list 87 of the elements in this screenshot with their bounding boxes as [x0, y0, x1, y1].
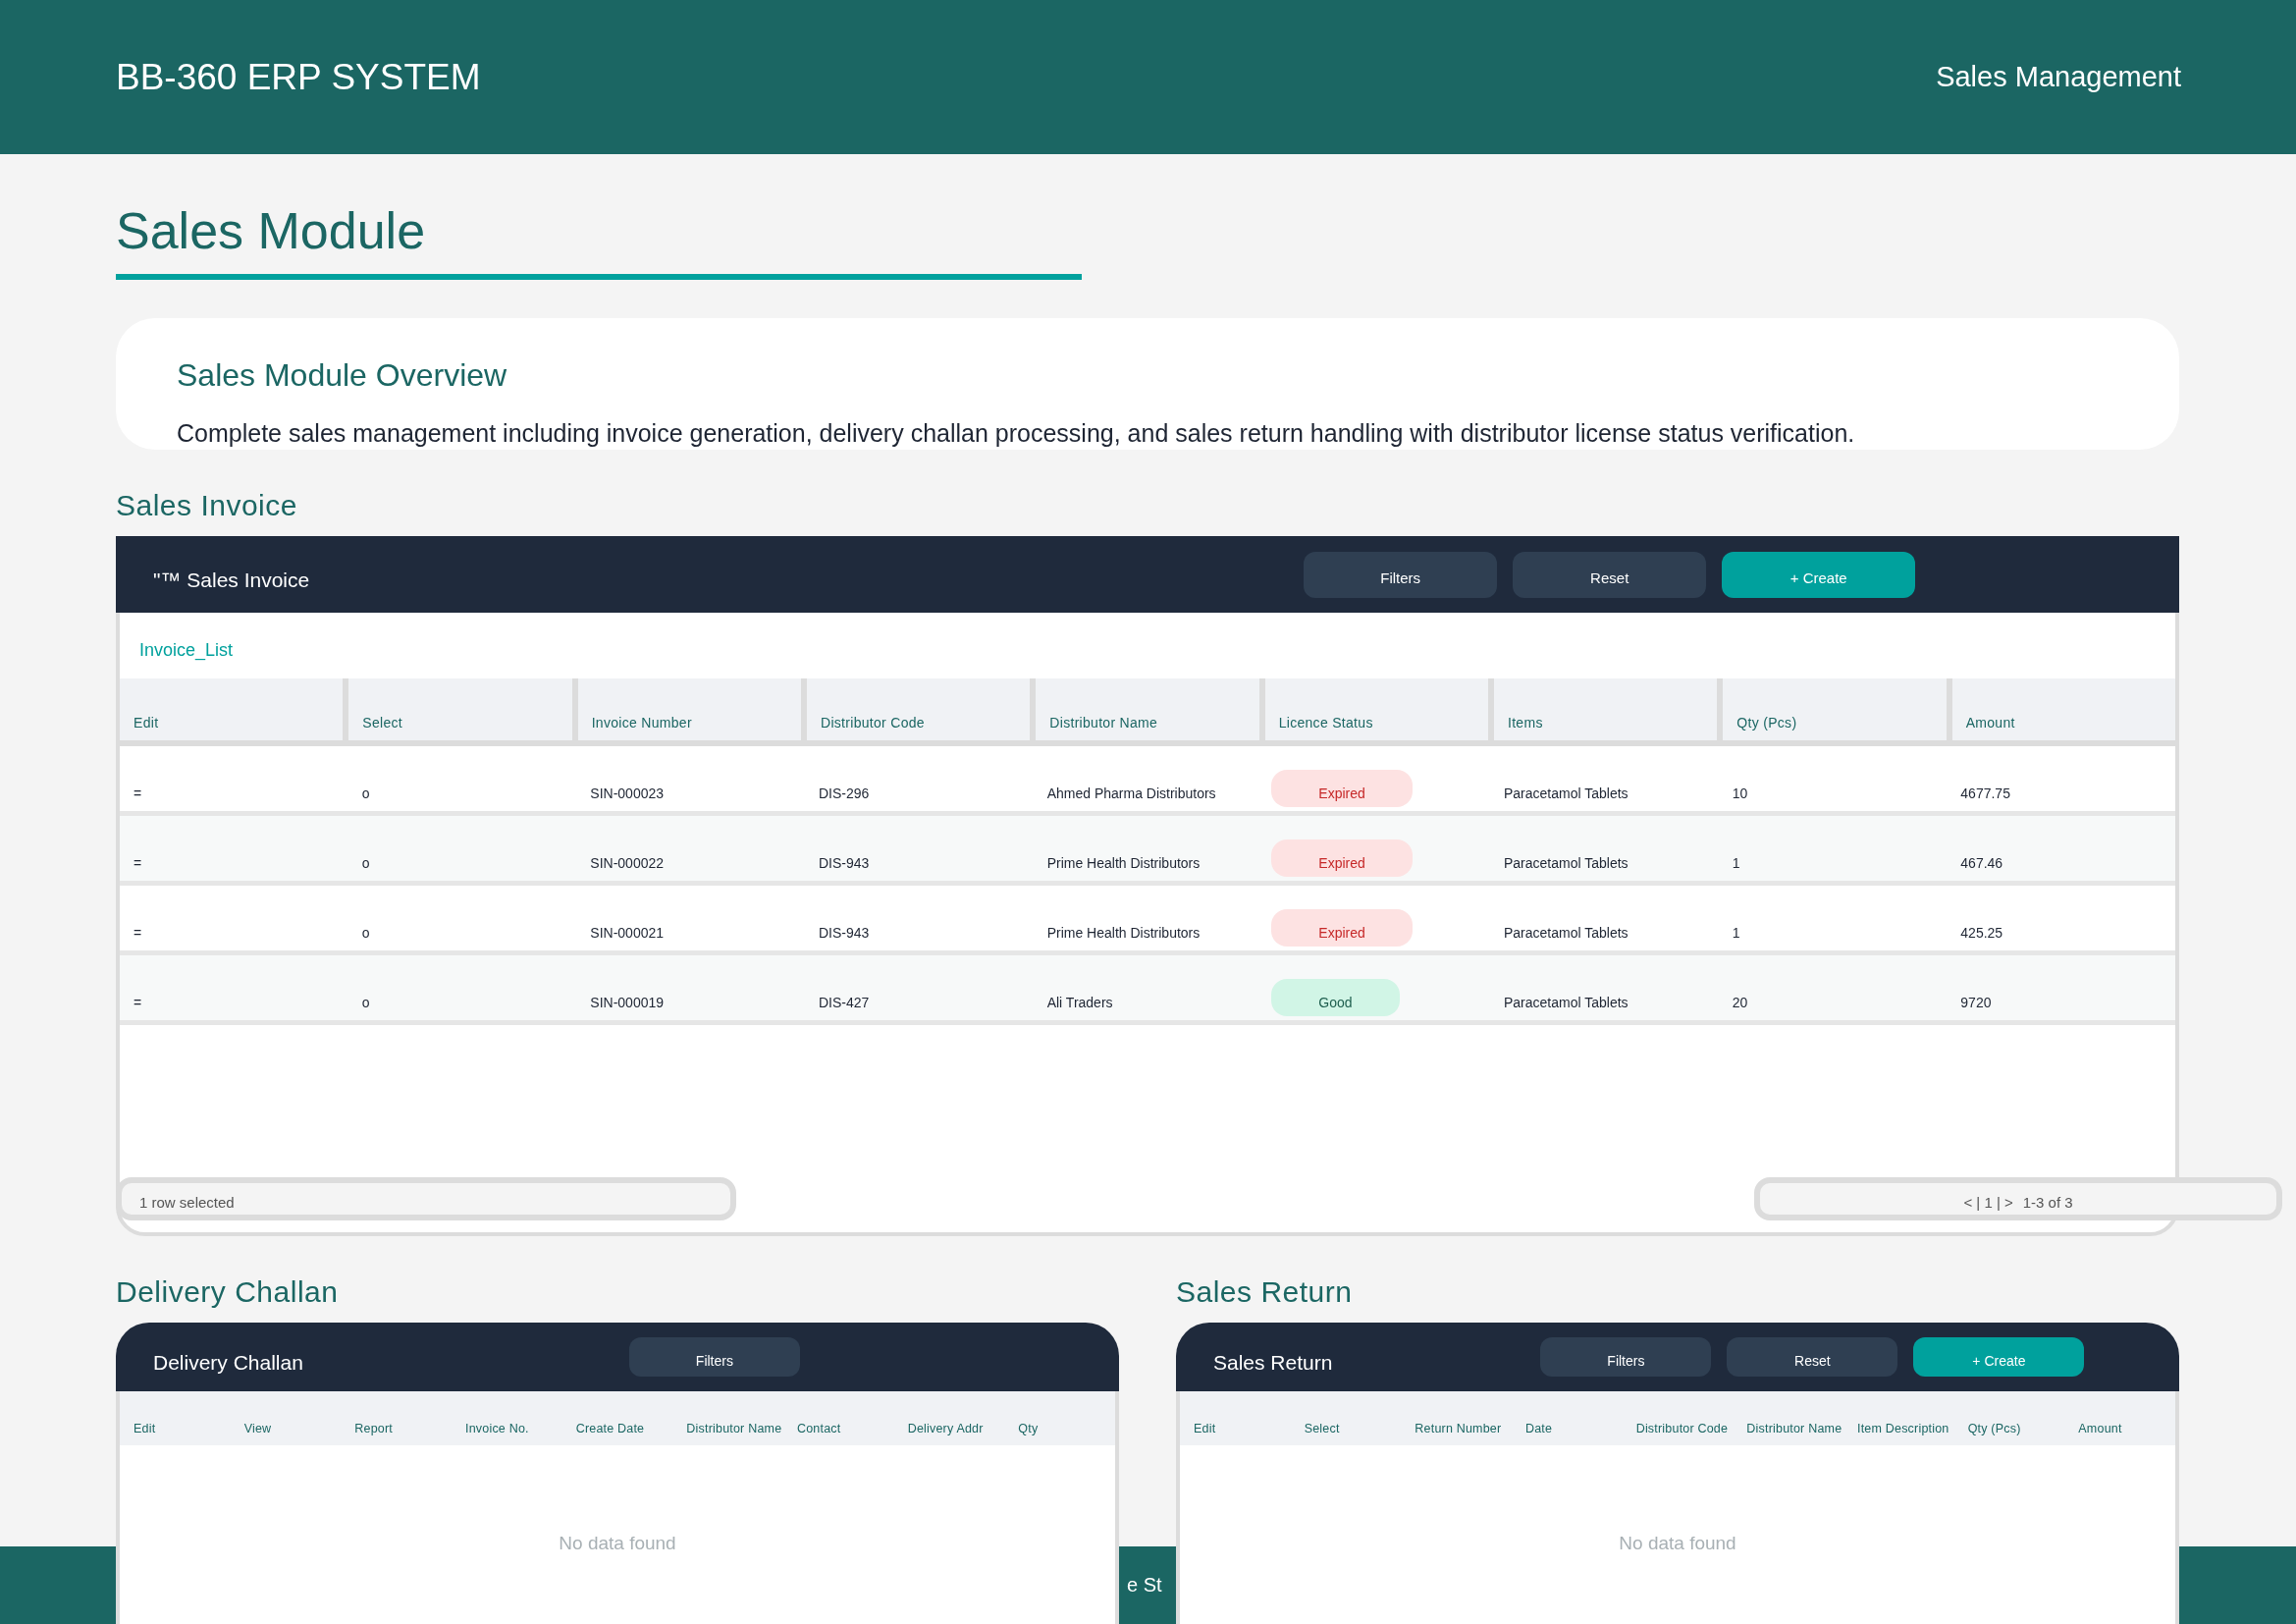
table-cell-text: 425.25	[1959, 925, 2004, 941]
page-controls[interactable]: < | 1 | >	[1963, 1193, 2013, 1211]
table-cell-text: 9720	[1959, 995, 1993, 1010]
toolbar-button[interactable]: Reset	[1513, 551, 1707, 598]
table-cell-text: =	[133, 785, 143, 801]
status-badge: Expired	[1271, 839, 1413, 877]
column-header: Distributor Code	[1634, 1422, 1730, 1435]
column-header: Distributor Name	[1745, 1422, 1843, 1435]
column-header: Contact	[796, 1422, 842, 1435]
table-cell-text: 1	[1731, 855, 1741, 871]
page-title: Sales Module	[116, 201, 426, 260]
list-title: Invoice_List	[138, 639, 235, 663]
table-cell-text: 10	[1731, 785, 1749, 801]
table-cell-text: Prime Health Distributors	[1045, 925, 1201, 941]
table-cell-text: Prime Health Distributors	[1045, 855, 1201, 871]
column-header: Edit	[133, 1422, 157, 1435]
table-cell-text: =	[133, 855, 143, 871]
status-badge: Expired	[1271, 770, 1413, 807]
section-name: Sales Management	[1936, 61, 2181, 93]
footer-text: e St	[1127, 1574, 1162, 1597]
column-header: View	[242, 1422, 273, 1435]
section-title: Sales Return	[1176, 1275, 1353, 1309]
column-header: Amount	[2077, 1422, 2123, 1435]
table-row[interactable]: = o SIN-000022 DIS-943 Prime Health Distributors Expired Paracetamol Tablets 1 467.46	[120, 816, 2175, 886]
table-cell-text: o	[360, 995, 371, 1010]
app-title: BB-360 ERP SYSTEM	[116, 56, 481, 98]
column-header: Licence Status	[1264, 678, 1488, 740]
column-header: Invoice No.	[464, 1422, 530, 1435]
column-header: Edit	[1193, 1422, 1217, 1435]
table-cell-text: Paracetamol Tablets	[1503, 995, 1629, 1010]
table-cell-text: o	[360, 785, 371, 801]
column-header: Items	[1494, 678, 1718, 740]
table-cell-text: SIN-000022	[589, 855, 666, 871]
table-cell-text: SIN-000023	[589, 785, 666, 801]
table-cell-text: SIN-000021	[589, 925, 666, 941]
status-badge: Good	[1271, 979, 1400, 1016]
column-header: Qty	[1017, 1422, 1040, 1435]
toolbar-button[interactable]: Filters	[1304, 551, 1498, 598]
card-title: Sales Return	[1213, 1350, 1333, 1375]
table-cell-text: 20	[1731, 995, 1749, 1010]
section-title: Delivery Challan	[116, 1275, 339, 1309]
table-cell-text: 1	[1731, 925, 1741, 941]
column-header: Report	[353, 1422, 395, 1435]
table-cell-text: 4677.75	[1959, 785, 2011, 801]
table-cell-text: o	[360, 925, 371, 941]
column-header: Distributor Name	[685, 1422, 783, 1435]
column-header: Create Date	[574, 1422, 646, 1435]
status-badge: Expired	[1271, 909, 1413, 947]
column-header: Item Description	[1856, 1422, 1950, 1435]
table-row[interactable]: = o SIN-000019 DIS-427 Ali Traders Good Paracetamol Tablets 20 9720	[120, 955, 2175, 1025]
table-cell-text: Ali Traders	[1045, 995, 1114, 1010]
column-header: Date	[1524, 1422, 1554, 1435]
table-cell-text: DIS-296	[818, 785, 871, 801]
table-cell-text: =	[133, 925, 143, 941]
table-cell-text: 467.46	[1959, 855, 2004, 871]
toolbar-button[interactable]: Filters	[1540, 1337, 1712, 1377]
card-title: "™ Sales Invoice	[153, 568, 310, 592]
column-header: Delivery Addr	[906, 1422, 985, 1435]
table-cell-text: Paracetamol Tablets	[1503, 785, 1629, 801]
column-header: Distributor Name	[1036, 678, 1259, 740]
table-cell-text: Paracetamol Tablets	[1503, 925, 1629, 941]
column-header: Amount	[1951, 678, 2175, 740]
table-cell-text: DIS-943	[818, 855, 871, 871]
card-title: Delivery Challan	[153, 1350, 303, 1375]
table-cell-text: Ahmed Pharma Distributors	[1045, 785, 1217, 801]
overview-title: Sales Module Overview	[177, 357, 507, 394]
column-header: Select	[348, 678, 572, 740]
overview-text: Complete sales management including invoice generation, delivery challan processing, and sales return handling with distributor license status verification.	[177, 419, 1856, 448]
table-cell-text: SIN-000019	[589, 995, 666, 1010]
table-cell-text: o	[360, 855, 371, 871]
section-title: Sales Invoice	[116, 489, 297, 522]
column-header: Distributor Code	[807, 678, 1031, 740]
empty-message: No data found	[559, 1533, 676, 1554]
table-cell-text: =	[133, 995, 143, 1010]
empty-message: No data found	[1619, 1533, 1736, 1554]
toolbar-button[interactable]: Filters	[628, 1337, 800, 1377]
column-header: Select	[1303, 1422, 1341, 1435]
table-cell-text: Paracetamol Tablets	[1503, 855, 1629, 871]
table-cell-text: DIS-943	[818, 925, 871, 941]
toolbar-button[interactable]: Reset	[1727, 1337, 1898, 1377]
column-header: Return Number	[1414, 1422, 1503, 1435]
page-range: 1-3 of 3	[2022, 1193, 2073, 1211]
column-header: Qty (Pcs)	[1966, 1422, 2022, 1435]
table-cell-text: DIS-427	[818, 995, 871, 1010]
column-header: Edit	[120, 678, 344, 740]
column-header: Invoice Number	[577, 678, 801, 740]
column-header: Qty (Pcs)	[1723, 678, 1947, 740]
